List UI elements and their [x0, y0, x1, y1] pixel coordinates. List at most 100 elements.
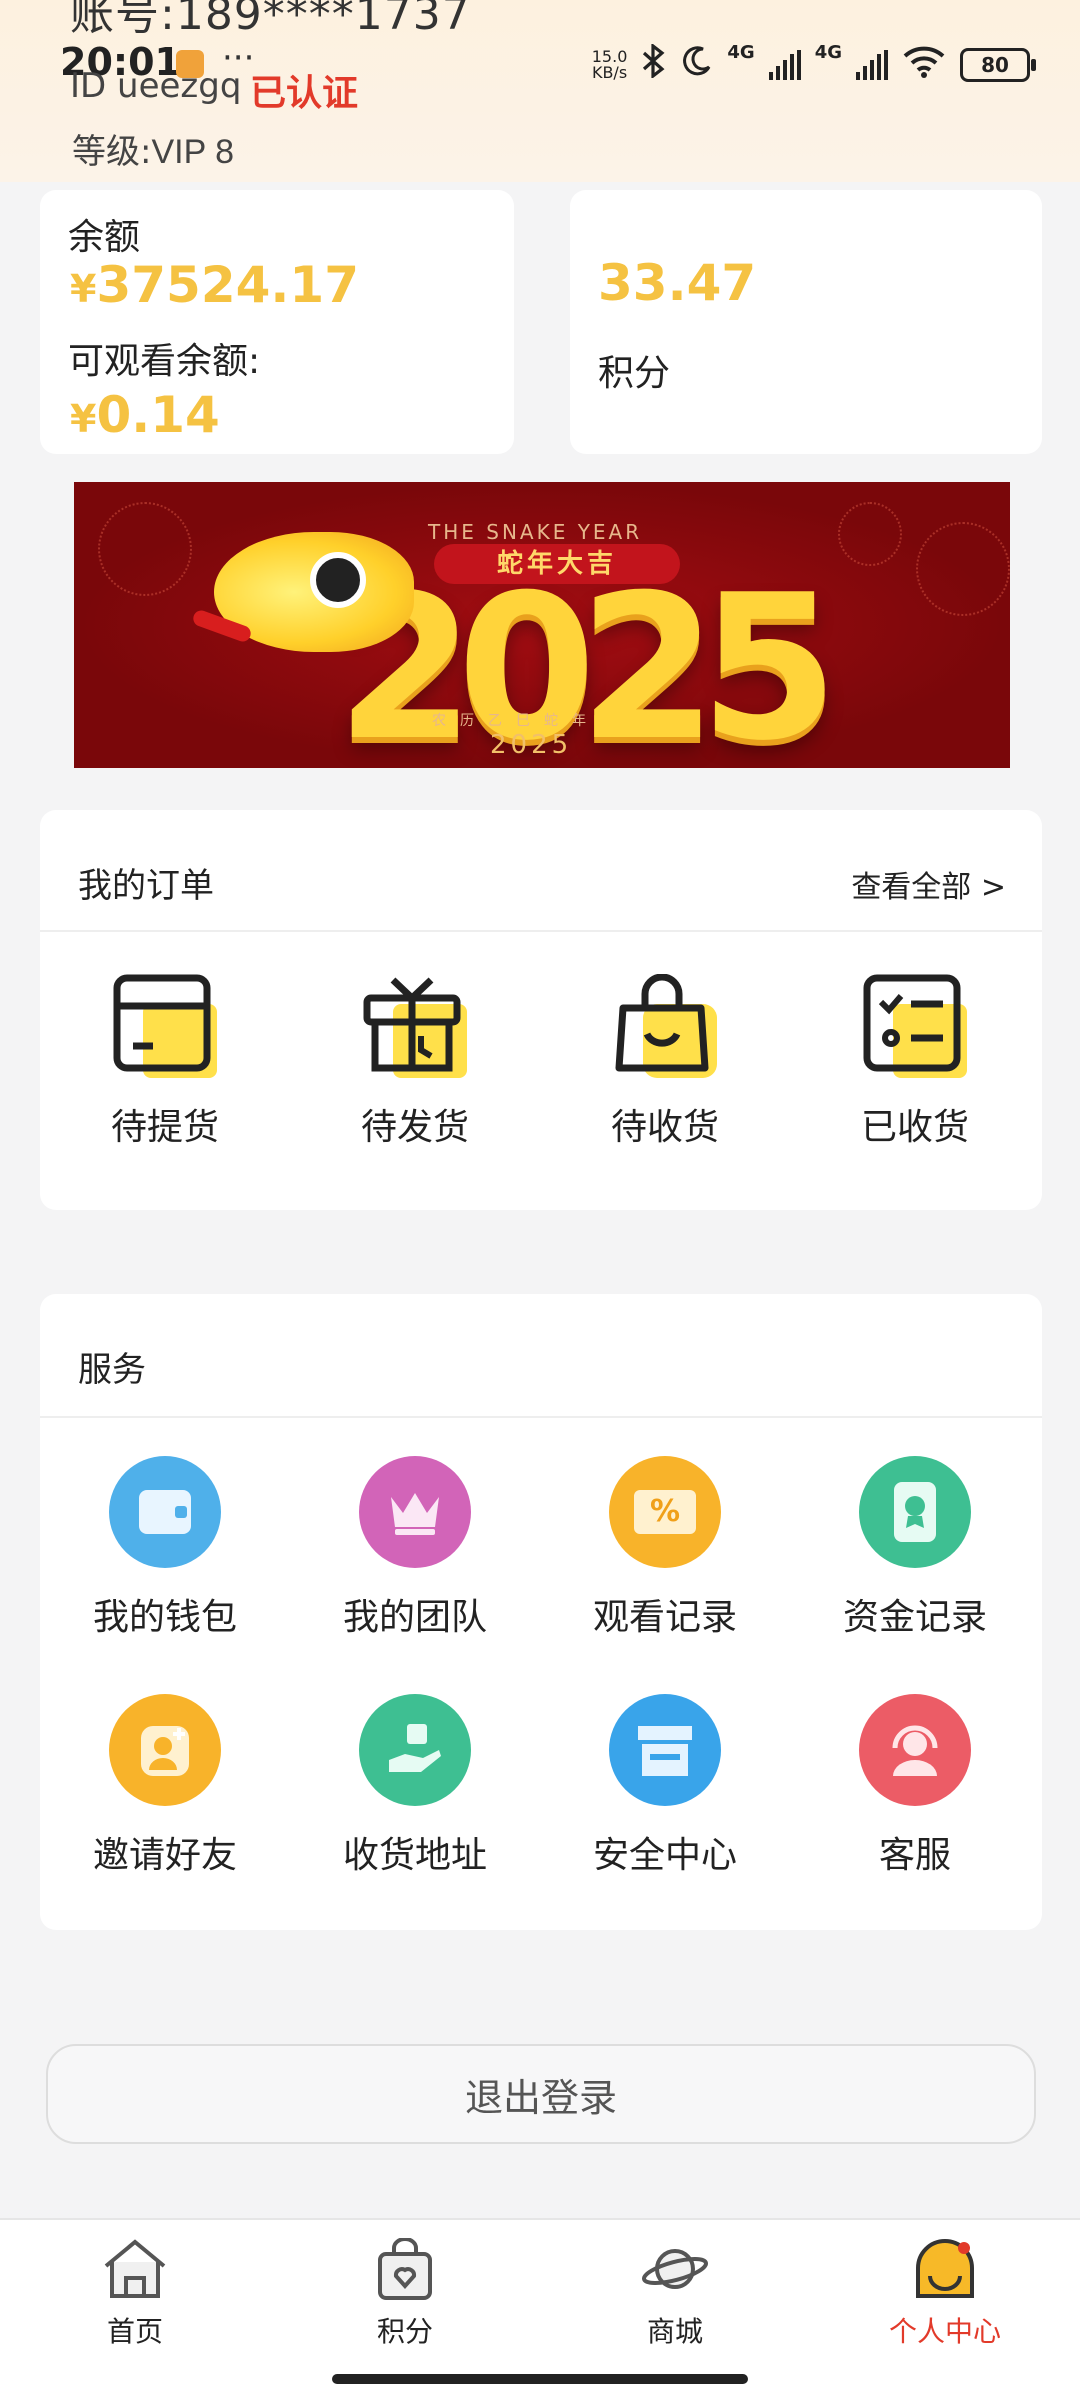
gift-clock-icon [363, 974, 467, 1078]
tab-profile[interactable]: 个人中心 [810, 2220, 1080, 2400]
order-status-label: 待发货 [360, 1107, 469, 1148]
coupon-icon: % [609, 1456, 721, 1568]
percent-symbol: % [634, 1490, 696, 1534]
moon-icon [681, 45, 713, 85]
currency-symbol-2: ¥ [70, 397, 97, 441]
service-wallet[interactable]: 我的钱包 [40, 1456, 290, 1640]
balance-card[interactable]: 余额 ¥37524.17 可观看余额: ¥0.14 [40, 190, 514, 454]
network-type-1: 4G [727, 42, 755, 63]
banner-top-text: THE SNAKE YEAR [428, 520, 643, 544]
points-value: 33.47 [598, 254, 757, 312]
signal-icon-2 [856, 50, 888, 80]
order-status-received[interactable]: 已收货 [790, 974, 1040, 1150]
order-status-label: 待提货 [110, 1107, 219, 1148]
service-label: 我的钱包 [92, 1597, 237, 1638]
store-icon [609, 1694, 721, 1806]
headset-icon [859, 1694, 971, 1806]
shopping-bag-icon [613, 974, 717, 1078]
wifi-icon [902, 44, 946, 86]
service-team[interactable]: 我的团队 [290, 1456, 540, 1640]
service-address[interactable]: 收货地址 [290, 1694, 540, 1878]
bottom-tab-bar: 首页 积分 商城 个人中心 [0, 2218, 1080, 2400]
service-label: 收货地址 [342, 1835, 487, 1876]
logout-button[interactable]: 退出登录 [46, 2044, 1036, 2144]
service-security-center[interactable]: 安全中心 [540, 1694, 790, 1878]
home-icon [100, 2238, 170, 2300]
snake-year-banner[interactable]: THE SNAKE YEAR 2025 蛇年大吉 农历乙巳蛇年 2025 [74, 482, 1010, 768]
gesture-home-bar[interactable] [332, 2374, 748, 2384]
net-speed: 15.0 KB/s [592, 49, 628, 81]
banner-blessing: 蛇年大吉 [434, 544, 680, 584]
user-id: ID ueezgq [70, 66, 242, 106]
signal-icon [768, 50, 801, 80]
balance-label: 余额 [68, 217, 141, 258]
service-label: 观看记录 [592, 1597, 737, 1638]
order-status-grid: 待提货 待发货 待收货 已收货 [40, 974, 1042, 1150]
status-bar-icons: 15.0 KB/s 4G 4G 80 [592, 42, 1036, 88]
level-label: 等级: [72, 132, 152, 172]
services-section: 服务 我的钱包 我的团队 % 观看记录 资金记录 邀请好友 收货地址 安全中心 … [40, 1294, 1042, 1930]
verified-badge: 已认证 [250, 73, 359, 114]
profile-icon [910, 2238, 980, 2300]
service-label: 邀请好友 [92, 1835, 237, 1876]
points-card[interactable]: 33.47 积分 [570, 190, 1042, 454]
tab-label: 首页 [106, 2315, 163, 2348]
add-friend-icon [109, 1694, 221, 1806]
bluetooth-icon [641, 42, 667, 86]
net-speed-unit: KB/s [591, 63, 628, 82]
checklist-icon [863, 974, 967, 1078]
account-number: 账号:189****1737 [70, 0, 471, 40]
firework-decoration [838, 502, 902, 566]
profile-header: 账号:189****1737 20:01 ··· ID ueezgq 已认证 等… [0, 0, 1080, 182]
firework-decoration [98, 502, 192, 596]
firework-decoration [916, 522, 1010, 616]
currency-symbol: ¥ [70, 267, 97, 311]
viewable-balance-label: 可观看余额: [68, 341, 261, 382]
divider [40, 1416, 1042, 1418]
snake-eye [310, 552, 366, 608]
services-title: 服务 [78, 1350, 146, 1390]
balance-value: 37524.17 [96, 256, 359, 314]
viewable-balance-value: 0.14 [96, 386, 220, 444]
card-icon [113, 974, 217, 1078]
service-label: 客服 [878, 1835, 951, 1876]
tab-label: 商城 [646, 2315, 703, 2348]
order-status-pending-receipt[interactable]: 待收货 [540, 974, 790, 1150]
orders-title: 我的订单 [78, 866, 214, 906]
service-label: 我的团队 [342, 1597, 487, 1638]
order-status-pending-pickup[interactable]: 待提货 [40, 974, 290, 1150]
network-type-2: 4G [814, 42, 842, 63]
service-label: 安全中心 [592, 1835, 737, 1876]
service-view-records[interactable]: % 观看记录 [540, 1456, 790, 1640]
tab-home[interactable]: 首页 [0, 2220, 270, 2400]
wallet-icon [109, 1456, 221, 1568]
service-invite-friends[interactable]: 邀请好友 [40, 1694, 290, 1878]
planet-icon [640, 2238, 710, 2300]
banner-year: 2025 [490, 730, 573, 760]
vip-level: 等级:VIP 8 [72, 124, 234, 173]
balance-amount: ¥37524.17 [70, 256, 359, 314]
profile-page: 账号:189****1737 20:01 ··· ID ueezgq 已认证 等… [0, 0, 1080, 2400]
order-status-label: 待收货 [610, 1107, 719, 1148]
points-bag-icon [370, 2237, 440, 2300]
hand-box-icon [359, 1694, 471, 1806]
banner-lunar-text: 农历乙巳蛇年 [432, 713, 600, 729]
services-row-2: 邀请好友 收货地址 安全中心 客服 [40, 1694, 1042, 1878]
order-status-label: 已收货 [860, 1107, 969, 1148]
order-status-pending-shipment[interactable]: 待发货 [290, 974, 540, 1150]
points-label: 积分 [598, 353, 671, 394]
tab-label: 积分 [376, 2315, 433, 2348]
phone-medal-icon [859, 1456, 971, 1568]
tab-mall[interactable]: 商城 [540, 2220, 810, 2400]
service-fund-records[interactable]: 资金记录 [790, 1456, 1040, 1640]
level-value: VIP 8 [151, 133, 235, 171]
crown-icon [359, 1456, 471, 1568]
battery-icon: 80 [960, 48, 1036, 82]
tab-points[interactable]: 积分 [270, 2220, 540, 2400]
view-all-orders-link[interactable]: 查看全部 > [851, 862, 1006, 906]
service-label: 资金记录 [842, 1597, 987, 1638]
my-orders-section: 我的订单 查看全部 > 待提货 待发货 待收货 已收货 [40, 810, 1042, 1210]
service-customer-support[interactable]: 客服 [790, 1694, 1040, 1878]
divider [40, 930, 1042, 932]
services-row-1: 我的钱包 我的团队 % 观看记录 资金记录 [40, 1456, 1042, 1640]
